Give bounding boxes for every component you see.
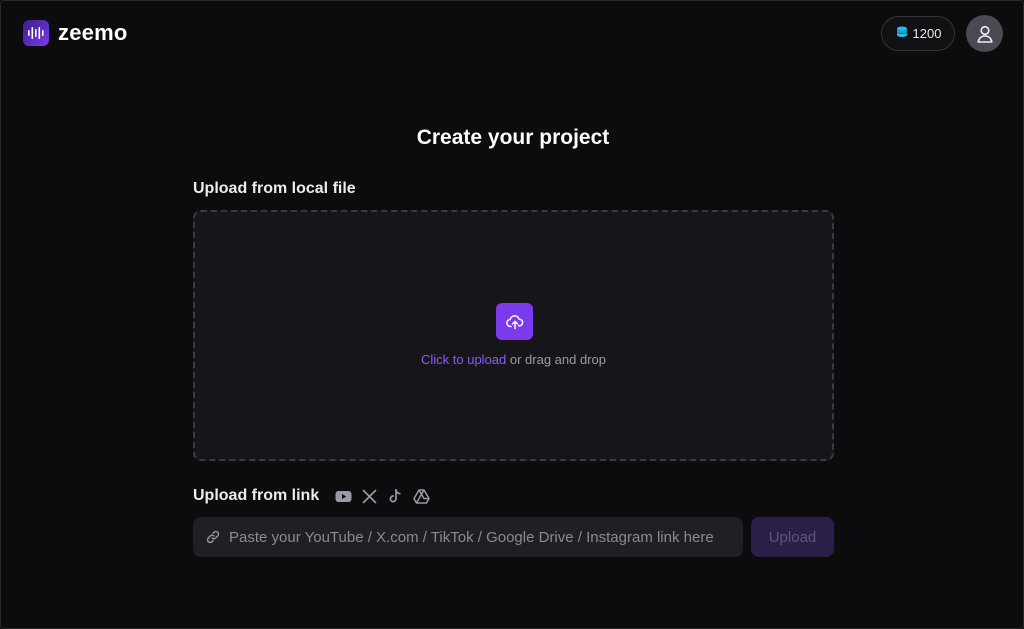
brand-name: zeemo bbox=[58, 20, 128, 45]
app-window: zeemo 1200 Create your project Upload fr… bbox=[0, 0, 1024, 629]
credits-count: 1200 bbox=[912, 26, 942, 41]
cloud-upload-icon bbox=[505, 314, 523, 329]
file-dropzone[interactable]: Click to upload or drag and drop bbox=[193, 210, 834, 461]
link-label: Upload from link bbox=[193, 487, 320, 504]
local-file-label: Upload from local file bbox=[193, 180, 356, 197]
x-icon bbox=[360, 487, 378, 505]
link-upload-header: Upload from link bbox=[193, 487, 430, 505]
link-url-input[interactable] bbox=[229, 517, 743, 557]
tiktok-icon bbox=[386, 487, 404, 505]
drag-drop-text: or drag and drop bbox=[506, 352, 606, 367]
upload-file-button[interactable] bbox=[496, 303, 533, 340]
user-avatar[interactable] bbox=[966, 15, 1003, 52]
brand-logo[interactable]: zeemo bbox=[23, 20, 127, 46]
link-input-container[interactable] bbox=[193, 517, 743, 557]
click-to-upload-link[interactable]: Click to upload bbox=[421, 352, 506, 367]
platform-icons bbox=[334, 487, 430, 505]
dropzone-hint: Click to upload or drag and drop bbox=[195, 352, 832, 367]
coins-icon bbox=[895, 25, 909, 42]
google-drive-icon bbox=[412, 487, 430, 505]
link-icon bbox=[206, 530, 220, 544]
waveform-icon bbox=[23, 20, 49, 46]
page-title: Create your project bbox=[416, 126, 610, 149]
credits-badge[interactable]: 1200 bbox=[881, 16, 955, 51]
youtube-icon bbox=[334, 487, 352, 505]
upload-link-button[interactable]: Upload bbox=[751, 517, 834, 557]
user-icon bbox=[976, 25, 993, 43]
